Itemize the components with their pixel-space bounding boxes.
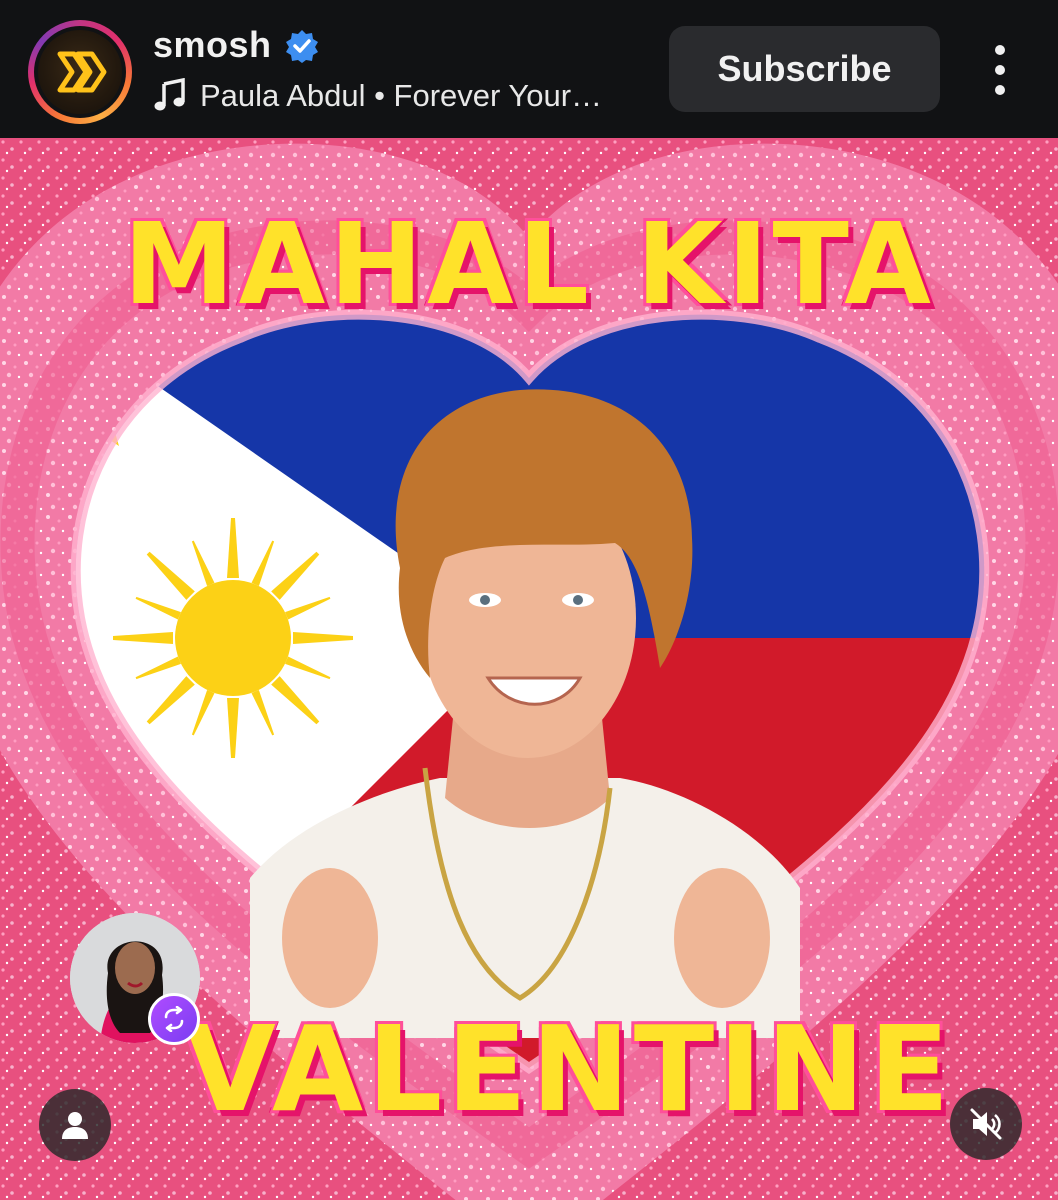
volume-muted-icon (970, 1108, 1002, 1140)
profile-button[interactable] (39, 1089, 111, 1161)
music-note-icon (154, 78, 185, 111)
subscribe-button[interactable]: Subscribe (669, 26, 940, 112)
channel-avatar[interactable] (28, 20, 132, 124)
channel-name[interactable]: smosh (153, 24, 272, 66)
audio-track-link[interactable]: Paula Abdul • Forever Your… (200, 78, 602, 114)
smosh-logo-icon (38, 30, 122, 114)
mute-button[interactable] (950, 1088, 1022, 1160)
person-icon (62, 1112, 88, 1139)
verified-badge-icon (286, 30, 318, 63)
remix-icon (148, 993, 200, 1045)
vertical-ellipsis-icon[interactable] (980, 42, 1020, 98)
video-title-top: MAHAL KITA (121, 198, 935, 333)
short-video-player[interactable]: MAHAL KITA VALENTINE (0, 138, 1058, 1200)
short-header: smosh Paula Abdul • Forever Your… Subscr… (0, 0, 1058, 138)
